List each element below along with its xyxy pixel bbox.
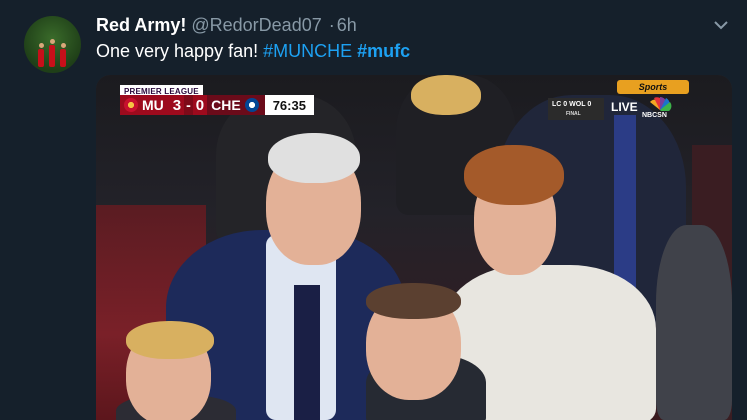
user-handle[interactable]: @RedorDead07	[191, 15, 321, 35]
spectator-hair	[268, 133, 360, 183]
display-name[interactable]: Red Army!	[96, 15, 186, 35]
avatar-figure	[38, 49, 44, 67]
other-away: WOL	[569, 101, 586, 108]
tweet-header: Red Army! @RedorDead07 · 6h	[96, 14, 357, 36]
spectator	[656, 225, 732, 420]
other-home: LC	[552, 101, 562, 108]
network-logo: NBCSN	[642, 112, 667, 119]
spectator-hair	[464, 145, 564, 205]
scoreboard: MU 3 - 0 CHE 76:35	[120, 95, 314, 115]
spectator-hair	[126, 321, 214, 359]
avatar-figure	[49, 45, 55, 67]
away-crest-icon	[244, 98, 259, 112]
tweet-text: One very happy fan! #MUNCHE #mufc	[96, 40, 410, 62]
other-game-row: LC 0 WOL 0	[552, 101, 591, 108]
spectator-hair	[366, 283, 461, 319]
other-home-score: 0	[563, 101, 568, 108]
match-clock: 76:35	[264, 95, 314, 115]
hashtag-link[interactable]: #MUNCHE	[263, 41, 352, 61]
tie	[294, 285, 320, 420]
peacock-icon	[650, 97, 672, 111]
away-score: 0	[192, 95, 208, 115]
home-team: MU	[120, 95, 170, 115]
separator-dot: ·	[328, 15, 335, 35]
other-away-score: 0	[587, 101, 592, 108]
timestamp[interactable]: 6h	[337, 15, 357, 35]
tweet-media[interactable]: PREMIER LEAGUE MU 3 - 0 CHE 76:35 LC 0 W…	[96, 75, 732, 420]
home-crest-icon	[124, 98, 138, 112]
live-label: LIVE	[611, 100, 638, 114]
network-sports-logo: Sports	[617, 80, 689, 94]
score-separator: -	[184, 95, 193, 115]
home-team-name: MU	[142, 97, 164, 113]
avatar-figure	[60, 49, 66, 67]
avatar-figure-head	[60, 43, 66, 48]
other-game-status: FINAL	[566, 111, 581, 117]
avatar-figure-head	[38, 43, 44, 48]
other-score-ticker: LC 0 WOL 0 FINAL	[548, 98, 604, 120]
chevron-down-icon[interactable]	[713, 20, 729, 30]
avatar[interactable]	[24, 16, 81, 73]
tweet-body: One very happy fan!	[96, 41, 264, 61]
home-score: 3	[169, 95, 185, 115]
away-team: CHE	[207, 95, 265, 115]
avatar-figure-head	[49, 39, 55, 44]
away-team-name: CHE	[211, 97, 241, 113]
spectator-head	[411, 75, 481, 115]
hashtag-link[interactable]: #mufc	[357, 41, 410, 61]
